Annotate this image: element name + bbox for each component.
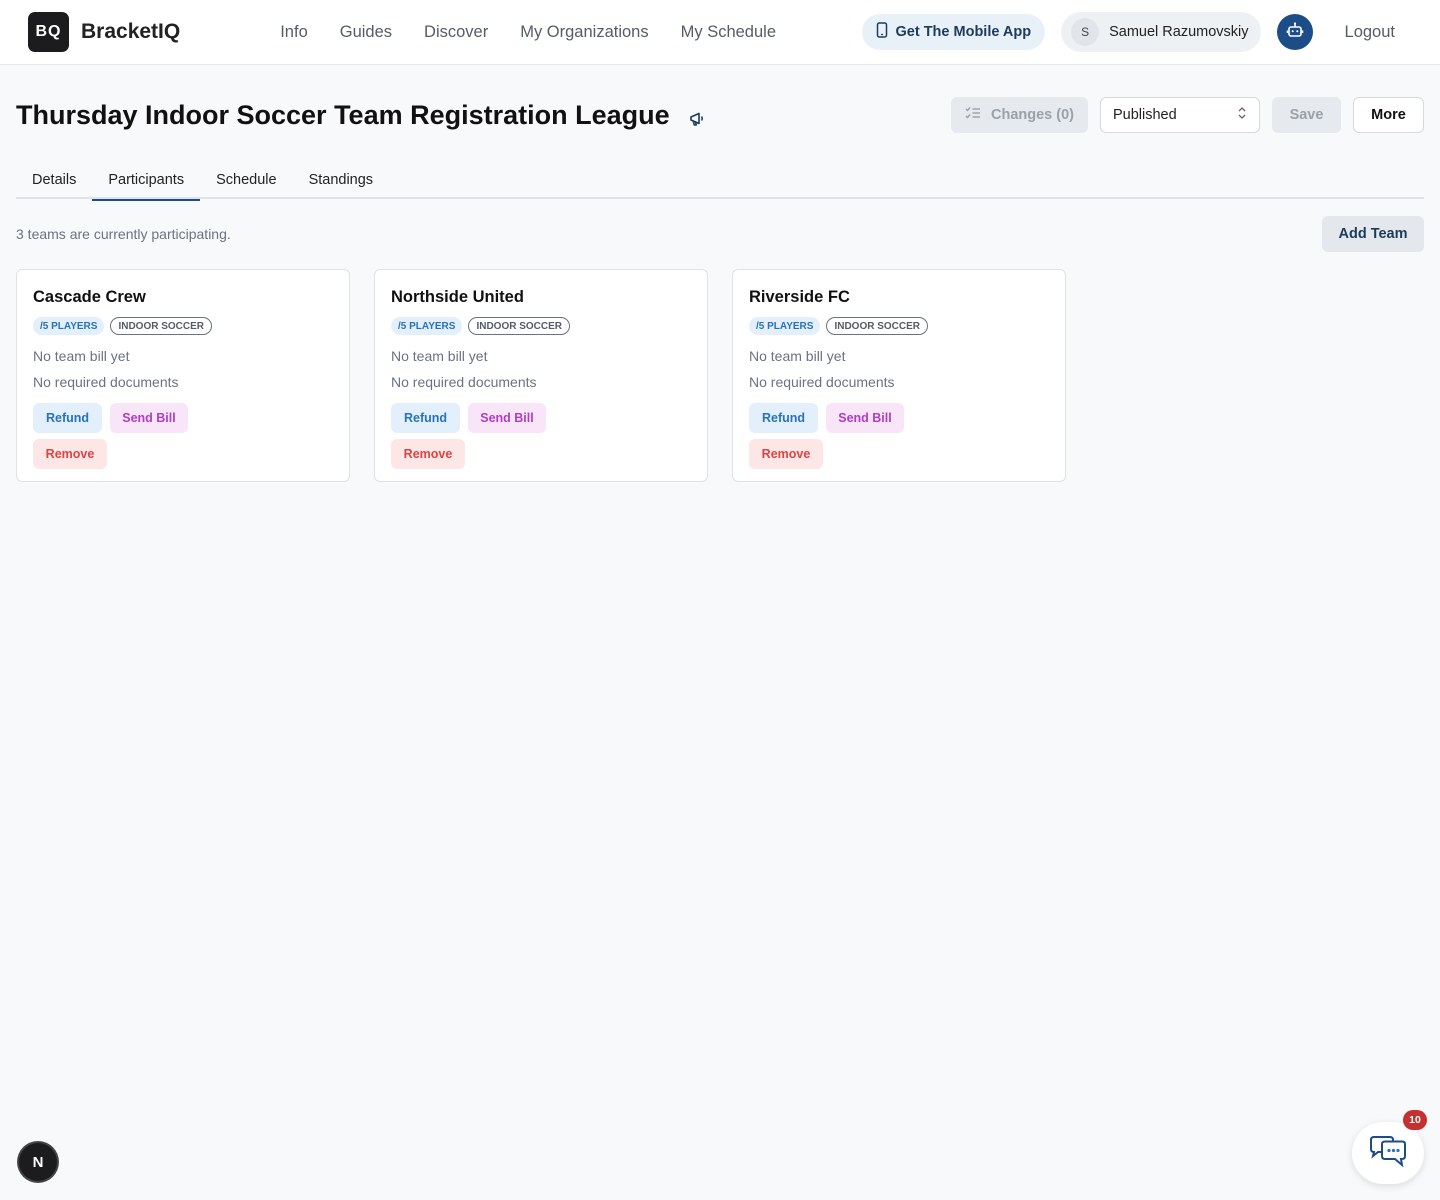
team-danger-actions: Remove	[391, 439, 691, 469]
players-badge: /5 PLAYERS	[33, 317, 105, 335]
team-badges: /5 PLAYERS INDOOR SOCCER	[33, 317, 333, 335]
team-cards: Cascade Crew /5 PLAYERS INDOOR SOCCER No…	[16, 269, 1424, 482]
team-actions: Refund Send Bill	[749, 403, 1049, 433]
players-badge: /5 PLAYERS	[391, 317, 463, 335]
sport-badge: INDOOR SOCCER	[110, 317, 212, 335]
brand[interactable]: BQ BracketIQ	[28, 12, 180, 52]
team-name: Cascade Crew	[33, 288, 146, 306]
add-team-button[interactable]: Add Team	[1322, 216, 1424, 252]
brand-logo: BQ	[28, 12, 69, 52]
remove-button[interactable]: Remove	[391, 439, 465, 469]
tab-bar: Details Participants Schedule Standings	[16, 165, 1424, 201]
team-actions: Refund Send Bill	[33, 403, 333, 433]
nav-item-discover[interactable]: Discover	[424, 23, 488, 42]
phone-icon	[876, 22, 888, 42]
team-badges: /5 PLAYERS INDOOR SOCCER	[391, 317, 691, 335]
status-select[interactable]: Published	[1100, 97, 1260, 133]
tab-details[interactable]: Details	[16, 165, 92, 199]
sport-badge: INDOOR SOCCER	[468, 317, 570, 335]
status-value: Published	[1113, 107, 1177, 123]
changes-label: Changes (0)	[991, 107, 1074, 123]
team-card: Cascade Crew /5 PLAYERS INDOOR SOCCER No…	[16, 269, 350, 482]
nav-item-my-organizations[interactable]: My Organizations	[520, 23, 648, 42]
more-button[interactable]: More	[1353, 97, 1424, 133]
save-button[interactable]: Save	[1272, 97, 1341, 133]
team-name: Northside United	[391, 288, 524, 306]
team-danger-actions: Remove	[33, 439, 333, 469]
checklist-icon	[965, 106, 981, 124]
changes-button[interactable]: Changes (0)	[951, 97, 1088, 133]
sport-badge: INDOOR SOCCER	[826, 317, 928, 335]
logout-link[interactable]: Logout	[1345, 23, 1395, 42]
remove-button[interactable]: Remove	[749, 439, 823, 469]
page-content: Thursday Indoor Soccer Team Registration…	[0, 65, 1440, 482]
brand-name: BracketIQ	[81, 20, 181, 43]
team-danger-actions: Remove	[749, 439, 1049, 469]
participants-header: 3 teams are currently participating. Add…	[16, 199, 1424, 269]
nav-item-guides[interactable]: Guides	[340, 23, 392, 42]
title-row: Thursday Indoor Soccer Team Registration…	[16, 65, 1424, 165]
send-bill-button[interactable]: Send Bill	[110, 403, 188, 433]
bill-status: No team bill yet	[33, 348, 130, 364]
chevron-up-down-icon	[1237, 106, 1247, 124]
title-actions: Changes (0) Published Save More	[951, 97, 1424, 133]
bill-status: No team bill yet	[391, 348, 488, 364]
send-bill-button[interactable]: Send Bill	[826, 403, 904, 433]
refund-button[interactable]: Refund	[33, 403, 102, 433]
documents-status: No required documents	[749, 374, 895, 390]
megaphone-icon[interactable]	[688, 110, 706, 128]
team-name: Riverside FC	[749, 288, 850, 306]
team-badges: /5 PLAYERS INDOOR SOCCER	[749, 317, 1049, 335]
bill-status: No team bill yet	[749, 348, 846, 364]
main-nav: Info Guides Discover My Organizations My…	[280, 23, 776, 42]
chat-launcher-button[interactable]	[1352, 1122, 1424, 1184]
tab-standings[interactable]: Standings	[293, 165, 390, 199]
chat-bubbles-icon	[1368, 1134, 1408, 1173]
get-mobile-app-button[interactable]: Get The Mobile App	[861, 14, 1046, 50]
send-bill-button[interactable]: Send Bill	[468, 403, 546, 433]
mobile-app-label: Get The Mobile App	[895, 24, 1032, 40]
chat-unread-badge: 10	[1403, 1110, 1427, 1130]
refund-button[interactable]: Refund	[749, 403, 818, 433]
top-navigation: BQ BracketIQ Info Guides Discover My Org…	[0, 0, 1440, 65]
user-name: Samuel Razumovskiy	[1109, 24, 1249, 40]
refund-button[interactable]: Refund	[391, 403, 460, 433]
documents-status: No required documents	[33, 374, 179, 390]
assistant-button[interactable]	[1276, 14, 1313, 50]
header-actions: Get The Mobile App S Samuel Razumovskiy …	[861, 12, 1413, 52]
robot-icon	[1286, 21, 1304, 44]
dev-tools-badge[interactable]: N	[19, 1143, 57, 1181]
team-card: Riverside FC /5 PLAYERS INDOOR SOCCER No…	[732, 269, 1066, 482]
team-actions: Refund Send Bill	[391, 403, 691, 433]
participants-summary: 3 teams are currently participating.	[16, 226, 231, 242]
remove-button[interactable]: Remove	[33, 439, 107, 469]
user-menu[interactable]: S Samuel Razumovskiy	[1061, 12, 1261, 52]
nav-item-my-schedule[interactable]: My Schedule	[681, 23, 776, 42]
documents-status: No required documents	[391, 374, 537, 390]
team-card: Northside United /5 PLAYERS INDOOR SOCCE…	[374, 269, 708, 482]
nav-item-info[interactable]: Info	[280, 23, 308, 42]
tab-schedule[interactable]: Schedule	[200, 165, 292, 199]
page-title: Thursday Indoor Soccer Team Registration…	[16, 99, 670, 130]
avatar: S	[1071, 18, 1100, 46]
tab-participants[interactable]: Participants	[92, 165, 200, 201]
players-badge: /5 PLAYERS	[749, 317, 821, 335]
